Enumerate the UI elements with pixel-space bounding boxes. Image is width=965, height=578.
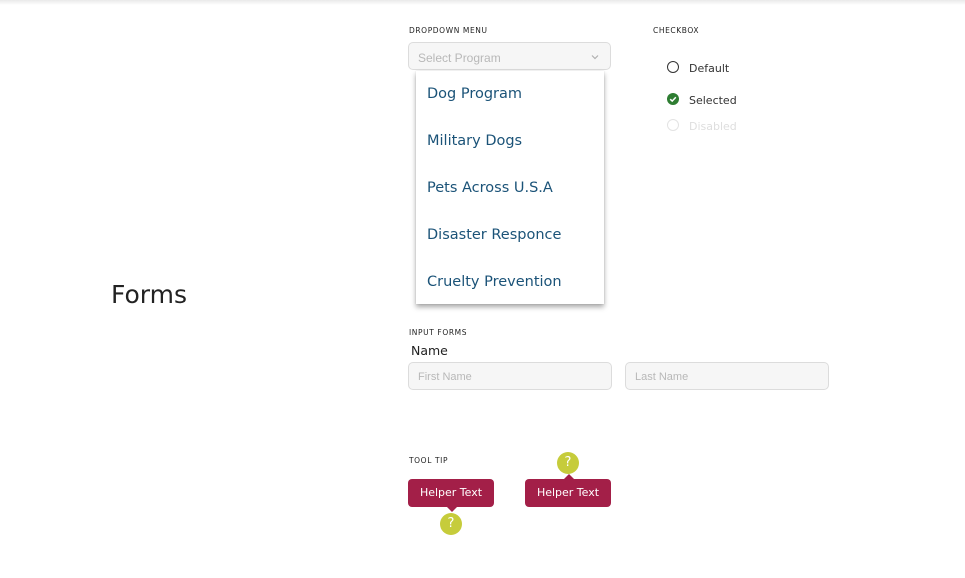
dropdown-section-label: DROPDOWN MENU xyxy=(409,26,488,35)
dropdown-option[interactable]: Cruelty Prevention xyxy=(427,274,562,290)
tooltip-above: Helper Text xyxy=(525,474,611,507)
tooltip-text: Helper Text xyxy=(536,486,600,499)
tooltip-below: Helper Text xyxy=(408,479,494,512)
dropdown-option[interactable]: Pets Across U.S.A xyxy=(427,180,553,196)
name-field-label: Name xyxy=(411,343,448,358)
check-circle-icon xyxy=(667,93,679,105)
select-placeholder: Select Program xyxy=(418,51,501,65)
tooltip-arrow xyxy=(564,474,574,479)
last-name-input[interactable]: Last Name xyxy=(625,362,829,390)
program-select[interactable]: Select Program xyxy=(408,42,611,70)
input-forms-section-label: INPUT FORMS xyxy=(409,328,468,337)
dropdown-option[interactable]: Disaster Responce xyxy=(427,227,561,243)
checkbox-label: Default xyxy=(689,62,730,75)
checkbox-section-label: CHECKBOX xyxy=(653,26,700,35)
chevron-down-icon xyxy=(590,49,600,67)
page-title: Forms xyxy=(111,280,188,309)
dropdown-menu: Dog Program Military Dogs Pets Across U.… xyxy=(416,71,604,304)
help-icon[interactable]: ? xyxy=(440,513,462,535)
dropdown-option[interactable]: Military Dogs xyxy=(427,133,522,149)
checkbox-label: Disabled xyxy=(689,120,737,133)
top-border xyxy=(0,0,965,5)
tooltip-text: Helper Text xyxy=(419,486,483,499)
help-icon[interactable]: ? xyxy=(557,452,579,474)
tooltip-section-label: TOOL TIP xyxy=(409,456,449,465)
checkbox-label: Selected xyxy=(689,94,737,107)
first-name-input[interactable]: First Name xyxy=(408,362,612,390)
radio-circle-icon xyxy=(667,61,679,73)
tooltip-arrow xyxy=(447,507,457,512)
radio-circle-icon xyxy=(667,119,679,131)
dropdown-option[interactable]: Dog Program xyxy=(427,86,522,102)
